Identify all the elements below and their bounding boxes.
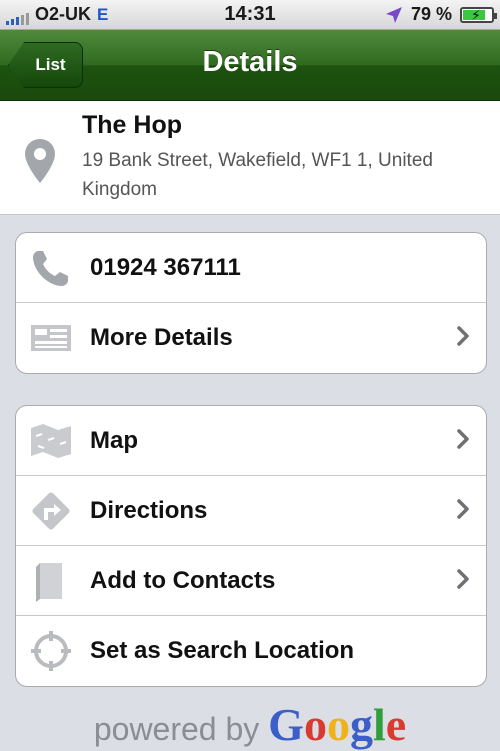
google-logo: Google: [268, 699, 407, 750]
map-label: Map: [90, 427, 138, 454]
chevron-right-icon: [457, 499, 469, 519]
battery-icon: ⚡: [460, 6, 497, 23]
location-arrow-icon: [385, 6, 402, 23]
contacts-book-icon: [36, 563, 62, 602]
status-bar: O2-UK E 14:31 79 % ⚡: [0, 0, 500, 30]
chevron-right-icon: [457, 569, 469, 589]
phone-row[interactable]: 01924 367111: [16, 233, 486, 303]
phone-icon: [33, 251, 68, 286]
battery-percent: 79 %: [410, 4, 452, 24]
add-to-contacts-row[interactable]: Add to Contacts: [16, 546, 486, 616]
set-search-location-label: Set as Search Location: [90, 637, 355, 664]
contact-group: 01924 367111 More Details: [15, 232, 487, 374]
more-details-row[interactable]: More Details: [16, 303, 486, 373]
status-right: 79 % ⚡: [385, 4, 497, 25]
more-details-label: More Details: [90, 324, 233, 351]
details-icon: [31, 325, 71, 351]
crosshair-icon: [31, 631, 71, 671]
chevron-right-icon: [457, 326, 469, 346]
directions-row[interactable]: Directions: [16, 476, 486, 546]
directions-icon: [32, 492, 70, 530]
place-address: 19 Bank Street, Wakefield, WF1 1, United…: [82, 150, 433, 200]
chevron-right-icon: [457, 429, 469, 449]
phone-number: 01924 367111: [90, 254, 241, 281]
navigation-bar: List Details: [0, 30, 500, 101]
set-search-location-row[interactable]: Set as Search Location: [16, 616, 486, 686]
actions-group: Map Directions Add to Contacts Set as Se…: [15, 405, 487, 687]
page-title: Details: [202, 46, 298, 78]
map-row[interactable]: Map: [16, 406, 486, 476]
add-to-contacts-label: Add to Contacts: [90, 567, 276, 594]
directions-label: Directions: [90, 497, 208, 524]
powered-by-footer: powered by Google: [0, 698, 500, 751]
place-header: The Hop 19 Bank Street, Wakefield, WF1 1…: [0, 101, 500, 215]
map-icon: [31, 424, 71, 458]
powered-by-text: powered by: [93, 711, 260, 747]
place-name: The Hop: [82, 111, 182, 139]
location-pin-icon: [25, 139, 55, 183]
